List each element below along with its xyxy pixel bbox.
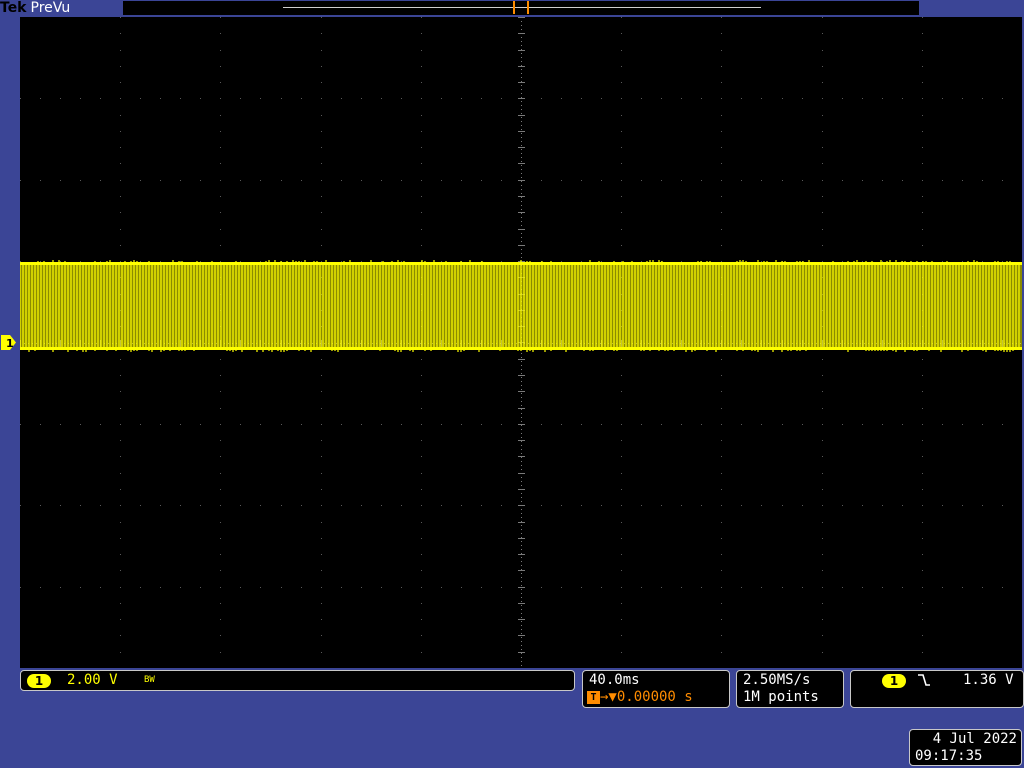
waveform-display xyxy=(20,17,1022,668)
trigger-source-badge: 1 xyxy=(882,674,906,688)
delay-value: 0.00000 s xyxy=(616,689,693,705)
channel1-readout[interactable]: 1 2.00 V BW xyxy=(20,670,575,691)
trigger-level: 1.36 V xyxy=(963,672,1014,688)
date: 4 Jul 2022 xyxy=(932,731,1017,747)
falling-edge-icon xyxy=(918,674,930,686)
record-view-bar[interactable] xyxy=(123,1,919,15)
horizontal-scale: 40.0ms xyxy=(589,672,640,688)
brand-header: Tek PreVu xyxy=(0,0,70,16)
acquisition-readout[interactable]: 2.50MS/s 1M points xyxy=(736,670,844,708)
sample-rate: 2.50MS/s xyxy=(743,672,811,688)
record-length: 1M points xyxy=(743,689,819,705)
tek-logo: Tek xyxy=(0,0,27,16)
channel1-marker-label: 1 xyxy=(6,337,14,350)
channel1-waveform xyxy=(20,260,1022,352)
channel1-badge: 1 xyxy=(27,674,51,688)
timestamp-readout: 4 Jul 2022 09:17:35 xyxy=(909,729,1022,766)
delay-arrow-icon: →▼ xyxy=(600,689,617,705)
trigger-readout[interactable]: 1 1.36 V xyxy=(850,670,1024,708)
trigger-delay: T →▼0.00000 s xyxy=(587,689,693,705)
trigger-icon: T xyxy=(587,690,600,704)
acquisition-mode-label: PreVu xyxy=(30,0,71,16)
display-window-bracket[interactable] xyxy=(513,1,529,14)
channel1-ground-marker[interactable]: 1 xyxy=(0,334,17,351)
clock: 09:17:35 xyxy=(915,748,983,764)
vertical-scale: 2.00 V xyxy=(67,672,118,688)
bandwidth-limit-icon: BW xyxy=(144,675,155,685)
timebase-readout[interactable]: 40.0ms T →▼0.00000 s xyxy=(582,670,730,708)
